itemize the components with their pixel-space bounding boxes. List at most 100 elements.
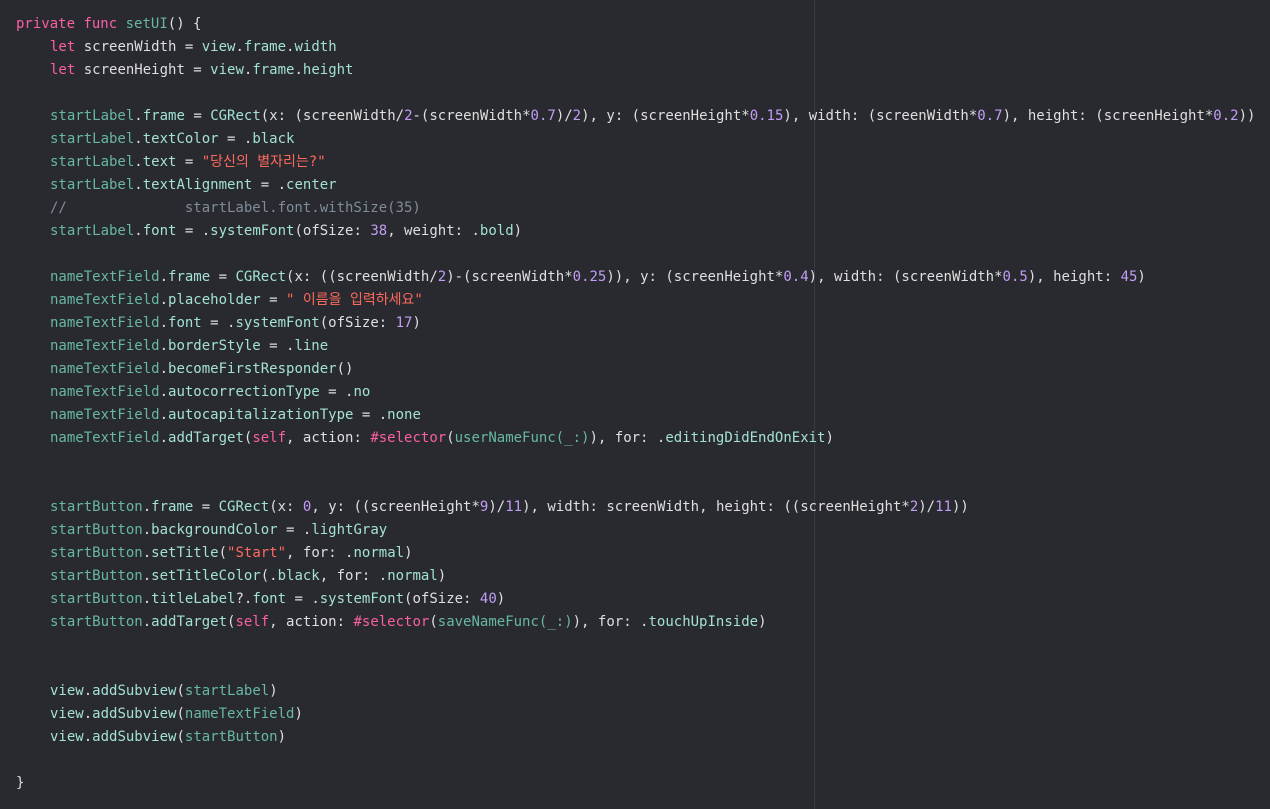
code-token: black	[277, 568, 320, 584]
code-token: .	[134, 108, 143, 124]
code-line[interactable]: startLabel.frame = CGRect(x: (screenWidt…	[16, 105, 1255, 128]
code-token: )-(screenWidth*	[446, 269, 573, 285]
code-line[interactable]: startLabel.text = "당신의 별자리는?"	[16, 151, 1255, 174]
code-token: .	[134, 223, 143, 239]
code-token: 2	[404, 108, 413, 124]
code-line[interactable]: ​	[16, 243, 1255, 266]
code-token: 0.7	[977, 108, 1003, 124]
code-line[interactable]: }	[16, 772, 1255, 795]
code-token: " 이름을 입력하세요"	[286, 292, 423, 308]
code-token: (x: (screenWidth/	[260, 108, 405, 124]
code-line[interactable]: view.addSubview(startButton)	[16, 726, 1255, 749]
code-token: ), y: (screenHeight*	[581, 108, 750, 124]
code-token: let	[50, 39, 76, 55]
code-token: nameTextField	[50, 407, 160, 423]
code-token: , for: .	[286, 545, 354, 561]
code-token: (	[446, 430, 455, 446]
code-token: private	[16, 16, 76, 32]
code-line[interactable]: ​	[16, 82, 1255, 105]
code-line[interactable]: let screenHeight = view.frame.height	[16, 59, 1255, 82]
code-token: view	[210, 62, 244, 78]
code-token: 38	[370, 223, 388, 239]
code-token: nameTextField	[50, 430, 160, 446]
code-token: screenWidth =	[75, 39, 202, 55]
code-line[interactable]: nameTextField.autocorrectionType = .no	[16, 381, 1255, 404]
code-line[interactable]: ​	[16, 450, 1255, 473]
code-token: backgroundColor	[151, 522, 278, 538]
code-token: = .	[319, 384, 354, 400]
code-token: )	[1137, 269, 1146, 285]
code-token: 40	[479, 591, 497, 607]
code-token: 2	[572, 108, 582, 124]
code-line[interactable]: startButton.backgroundColor = .lightGray	[16, 519, 1255, 542]
code-token: font	[252, 591, 287, 607]
code-line[interactable]: startLabel.font = .systemFont(ofSize: 38…	[16, 220, 1255, 243]
code-token: startLabel	[184, 683, 270, 699]
code-token: borderStyle	[168, 338, 261, 354]
code-token: startButton	[50, 499, 143, 515]
code-line[interactable]: nameTextField.font = .systemFont(ofSize:…	[16, 312, 1255, 335]
code-token: (	[176, 683, 185, 699]
source-code[interactable]: private func setUI() {let screenWidth = …	[16, 13, 1255, 795]
code-token: 0.5	[1002, 269, 1028, 285]
code-token: =	[176, 154, 202, 170]
code-line[interactable]: ​	[16, 749, 1255, 772]
code-token: )/	[488, 499, 506, 515]
code-token: ), width: (screenWidth*	[808, 269, 1003, 285]
code-token: .	[142, 568, 152, 584]
code-line[interactable]: nameTextField.borderStyle = .line	[16, 335, 1255, 358]
code-token: startButton	[50, 568, 143, 584]
code-token: )	[513, 223, 523, 239]
code-line[interactable]: startButton.frame = CGRect(x: 0, y: ((sc…	[16, 496, 1255, 519]
code-line[interactable]: startLabel.textAlignment = .center	[16, 174, 1255, 197]
code-line[interactable]: startButton.titleLabel?.font = .systemFo…	[16, 588, 1255, 611]
code-line[interactable]: nameTextField.becomeFirstResponder()	[16, 358, 1255, 381]
code-token: (ofSize:	[319, 315, 396, 331]
code-token: )	[437, 568, 447, 584]
code-line[interactable]: ​	[16, 473, 1255, 496]
code-line[interactable]: view.addSubview(startLabel)	[16, 680, 1255, 703]
code-token: frame	[168, 269, 211, 285]
code-token: (.	[260, 568, 278, 584]
code-token: let	[50, 62, 76, 78]
code-line[interactable]: startButton.addTarget (self, action: #sel…	[16, 611, 1255, 634]
code-editor[interactable]: private func setUI() {let screenWidth = …	[0, 0, 1270, 809]
code-line[interactable]: // startLabel.font.withSize(35)	[16, 197, 1255, 220]
code-line[interactable]: startButton.setTitle("Start", for: .norm…	[16, 542, 1255, 565]
code-token: none	[387, 407, 421, 423]
code-line[interactable]: let screenWidth = view.frame.width	[16, 36, 1255, 59]
code-token: view	[50, 683, 84, 699]
code-line[interactable]: nameTextField.addTarget (self, action: #s…	[16, 427, 1255, 450]
code-line[interactable]: nameTextField.autocapitalizationType = .…	[16, 404, 1255, 427]
code-token: addSubview	[92, 706, 177, 722]
code-token: ))	[951, 499, 969, 515]
code-line[interactable]: startLabel.textColor = .black	[16, 128, 1255, 151]
code-token: (	[176, 706, 185, 722]
code-token: ), for: .	[572, 614, 649, 630]
code-token: black	[252, 131, 295, 147]
code-token: -(screenWidth*	[412, 108, 531, 124]
code-token: editingDidEndOnExit	[665, 430, 826, 446]
code-token: 0.25	[572, 269, 607, 285]
code-token: )	[825, 430, 834, 446]
code-token: ))	[1238, 108, 1256, 124]
code-token: nameTextField	[50, 338, 160, 354]
code-token: lightGray	[311, 522, 388, 538]
code-line[interactable]: view.addSubview(nameTextField)	[16, 703, 1255, 726]
code-line[interactable]: nameTextField.placeholder = " 이름을 입력하세요"	[16, 289, 1255, 312]
code-token: addSubview	[92, 729, 177, 745]
code-line[interactable]: private func setUI() {	[16, 13, 1255, 36]
code-token: bold	[479, 223, 514, 239]
code-line[interactable]: startButton.setTitleColor(.black, for: .…	[16, 565, 1255, 588]
code-line[interactable]: ​	[16, 634, 1255, 657]
code-line[interactable]: nameTextField.frame = CGRect(x: ((screen…	[16, 266, 1255, 289]
code-token: width	[294, 39, 337, 55]
code-line[interactable]: ​	[16, 657, 1255, 680]
code-token: self	[235, 614, 270, 630]
code-token: , action:	[269, 614, 354, 630]
code-token: titleLabel	[151, 591, 236, 607]
code-token: = .	[286, 591, 320, 607]
code-token: .	[159, 269, 169, 285]
code-token: (	[429, 614, 438, 630]
